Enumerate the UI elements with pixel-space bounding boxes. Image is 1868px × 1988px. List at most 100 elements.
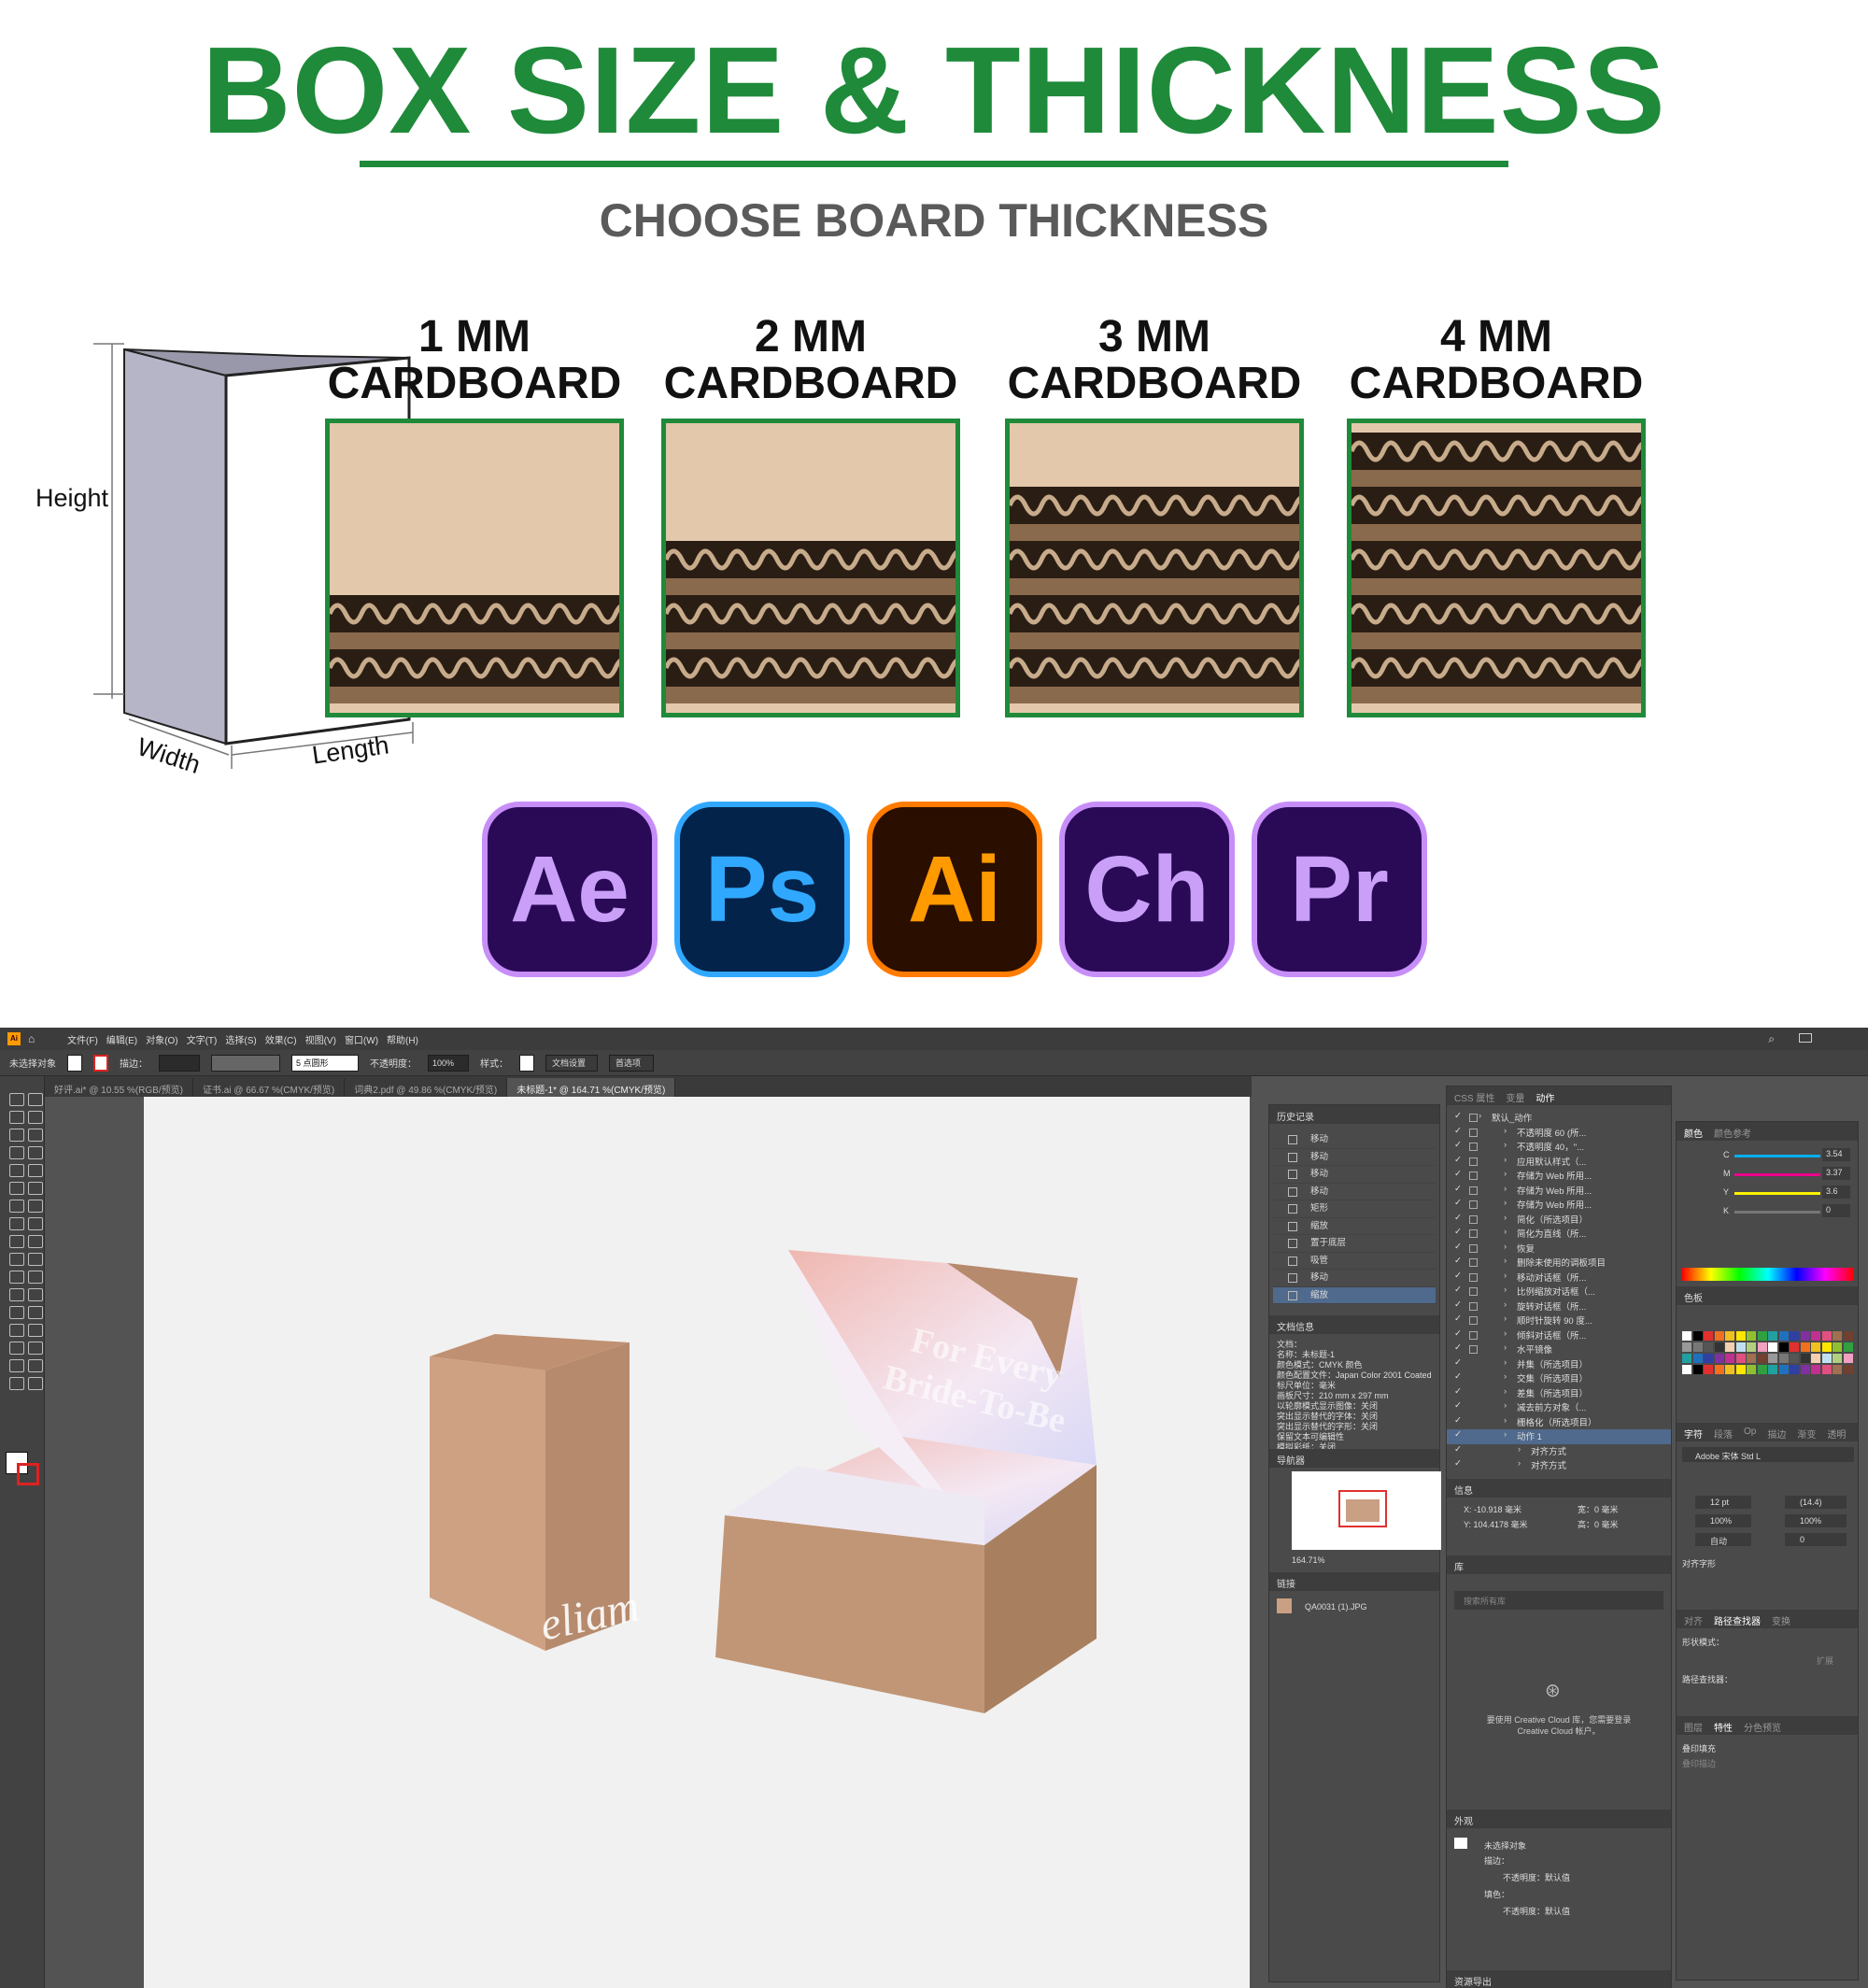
actions-tab[interactable]: 动作	[1535, 1090, 1554, 1104]
panel-tab[interactable]: 字符	[1684, 1427, 1703, 1441]
expand-triangle-icon[interactable]: ›	[1504, 1342, 1507, 1353]
panel-tab[interactable]: 渐变	[1797, 1427, 1816, 1441]
document-tab[interactable]: 好评.ai* @ 10.55 %(RGB/预览)	[45, 1078, 193, 1097]
color-swatch[interactable]	[1811, 1365, 1820, 1374]
menu-item[interactable]: 视图(V)	[305, 1032, 336, 1046]
tool-button[interactable]	[28, 1253, 43, 1266]
action-check-icon[interactable]: ✓	[1454, 1357, 1462, 1368]
history-item[interactable]: 缩放	[1273, 1286, 1436, 1304]
color-swatch[interactable]	[1704, 1354, 1713, 1363]
color-channel-value[interactable]: 3.37	[1822, 1167, 1850, 1180]
color-channel-value[interactable]: 0	[1822, 1204, 1850, 1217]
action-item[interactable]: ✓ › 对齐方式	[1447, 1444, 1671, 1459]
color-swatch[interactable]	[1682, 1342, 1691, 1352]
panel-tab[interactable]: 描边	[1767, 1427, 1786, 1441]
history-item[interactable]: 矩形	[1273, 1200, 1436, 1218]
stroke-color-swatch[interactable]	[17, 1463, 39, 1485]
expand-triangle-icon[interactable]: ›	[1504, 1328, 1507, 1339]
color-swatch[interactable]	[1790, 1354, 1799, 1363]
action-dialog-toggle[interactable]	[1469, 1128, 1478, 1137]
expand-button[interactable]: 扩展	[1817, 1654, 1833, 1667]
color-swatch[interactable]	[1682, 1365, 1691, 1374]
horizontal-scale-input[interactable]: 100%	[1695, 1514, 1751, 1527]
tracking-input[interactable]: 0	[1785, 1533, 1847, 1546]
color-swatch[interactable]	[1790, 1365, 1799, 1374]
overprint-fill-checkbox[interactable]: 叠印填充	[1682, 1742, 1716, 1754]
color-swatch[interactable]	[1790, 1342, 1799, 1352]
action-check-icon[interactable]: ✓	[1454, 1111, 1462, 1121]
expand-triangle-icon[interactable]: ›	[1504, 1169, 1507, 1179]
search-icon[interactable]: ⌕	[1768, 1032, 1775, 1046]
color-tab[interactable]: 颜色	[1684, 1126, 1703, 1140]
action-item[interactable]: ✓ › 减去前方对象（...	[1447, 1400, 1671, 1415]
color-swatch[interactable]	[1778, 1365, 1789, 1374]
cardboard-swatch[interactable]	[325, 419, 624, 717]
tool-button[interactable]	[9, 1253, 24, 1266]
expand-triangle-icon[interactable]: ›	[1504, 1227, 1507, 1237]
action-item[interactable]: ✓ › 并集（所选项目）	[1447, 1357, 1671, 1372]
color-swatch[interactable]	[1811, 1342, 1820, 1352]
color-swatch[interactable]	[1735, 1354, 1746, 1363]
expand-triangle-icon[interactable]: ›	[1504, 1184, 1507, 1194]
expand-triangle-icon[interactable]: ›	[1504, 1415, 1507, 1426]
color-swatch[interactable]	[1843, 1354, 1853, 1363]
action-check-icon[interactable]: ✓	[1454, 1198, 1462, 1208]
font-size-input[interactable]: 12 pt	[1695, 1496, 1751, 1509]
menu-item[interactable]: 选择(S)	[225, 1032, 256, 1046]
color-swatch[interactable]	[1692, 1365, 1703, 1374]
opacity-input[interactable]: 100%	[428, 1054, 469, 1072]
expand-triangle-icon[interactable]: ›	[1504, 1242, 1507, 1252]
tool-button[interactable]	[28, 1182, 43, 1195]
history-item[interactable]: 吸管	[1273, 1253, 1436, 1270]
action-item[interactable]: ✓ › 默认_动作	[1447, 1111, 1671, 1126]
color-swatch[interactable]	[1714, 1342, 1724, 1352]
action-dialog-toggle[interactable]	[1469, 1186, 1478, 1195]
fill-swatch[interactable]	[67, 1054, 82, 1072]
action-dialog-toggle[interactable]	[1469, 1316, 1478, 1325]
appearance-stroke[interactable]: 描边：	[1484, 1854, 1509, 1867]
action-dialog-toggle[interactable]	[1469, 1229, 1478, 1238]
action-check-icon[interactable]: ✓	[1454, 1371, 1462, 1382]
tool-button[interactable]	[9, 1129, 24, 1142]
color-swatch[interactable]	[1800, 1342, 1810, 1352]
tool-button[interactable]	[9, 1182, 24, 1195]
color-swatch[interactable]	[1714, 1365, 1724, 1374]
action-dialog-toggle[interactable]	[1469, 1272, 1478, 1282]
tool-button[interactable]	[9, 1359, 24, 1372]
action-dialog-toggle[interactable]	[1469, 1243, 1478, 1253]
color-swatch[interactable]	[1757, 1342, 1767, 1352]
color-swatch[interactable]	[1768, 1354, 1777, 1363]
color-swatch[interactable]	[1821, 1342, 1832, 1352]
action-item[interactable]: ✓ › 对齐方式	[1447, 1458, 1671, 1473]
navigator-zoom[interactable]: 164.71%	[1292, 1555, 1325, 1565]
menu-item[interactable]: 文件(F)	[67, 1032, 98, 1046]
action-check-icon[interactable]: ✓	[1454, 1271, 1462, 1281]
style-swatch[interactable]	[519, 1054, 534, 1072]
action-check-icon[interactable]: ✓	[1454, 1227, 1462, 1237]
tool-button[interactable]	[28, 1288, 43, 1301]
panel-tab[interactable]: 路径查找器	[1714, 1613, 1761, 1627]
stroke-swatch[interactable]	[93, 1054, 108, 1072]
expand-triangle-icon[interactable]: ›	[1504, 1285, 1507, 1295]
action-dialog-toggle[interactable]	[1469, 1345, 1478, 1354]
action-dialog-toggle[interactable]	[1469, 1143, 1478, 1151]
color-swatch[interactable]	[1704, 1365, 1713, 1374]
color-swatch[interactable]	[1821, 1354, 1832, 1363]
action-item[interactable]: ✓ › 不透明度 60 (所...	[1447, 1126, 1671, 1141]
color-swatch[interactable]	[1768, 1365, 1777, 1374]
action-check-icon[interactable]: ✓	[1454, 1415, 1462, 1426]
library-search-input[interactable]: 搜索所有库	[1454, 1591, 1663, 1610]
tool-button[interactable]	[9, 1271, 24, 1284]
action-check-icon[interactable]: ✓	[1454, 1140, 1462, 1150]
color-swatch[interactable]	[1757, 1354, 1767, 1363]
color-swatch[interactable]	[1833, 1365, 1842, 1374]
action-item[interactable]: ✓ › 旋转对话框（所...	[1447, 1299, 1671, 1314]
expand-triangle-icon[interactable]: ›	[1504, 1213, 1507, 1223]
appearance-opacity[interactable]: 不透明度：默认值	[1503, 1871, 1570, 1883]
menu-item[interactable]: 帮助(H)	[387, 1032, 418, 1046]
tool-button[interactable]	[28, 1164, 43, 1177]
panel-tab[interactable]: 变换	[1772, 1613, 1790, 1627]
document-setup-button[interactable]: 文档设置	[545, 1054, 598, 1072]
color-swatch[interactable]	[1833, 1342, 1842, 1352]
color-swatch[interactable]	[1800, 1331, 1810, 1341]
